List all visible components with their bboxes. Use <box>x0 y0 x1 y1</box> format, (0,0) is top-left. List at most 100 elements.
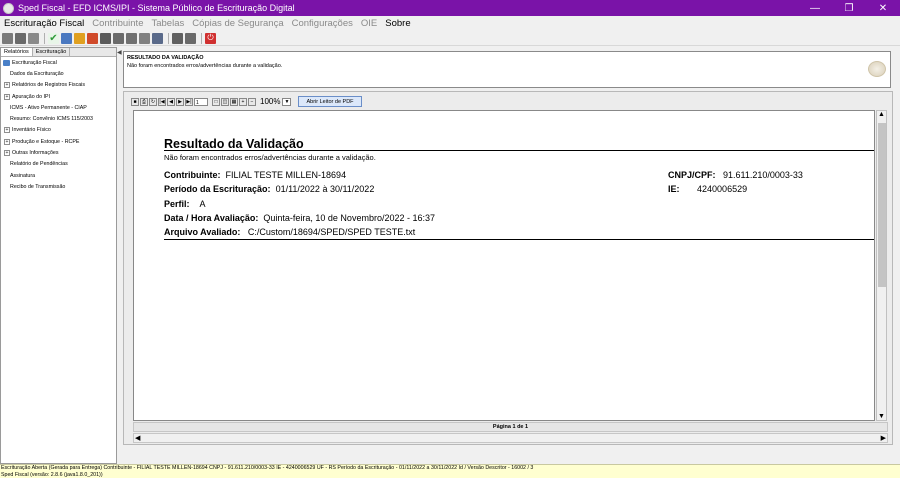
export-icon[interactable] <box>185 32 196 44</box>
transmit-icon[interactable] <box>152 32 163 44</box>
backup-icon[interactable] <box>126 32 137 44</box>
tree-item[interactable]: Escrituração Fiscal <box>1 57 116 68</box>
tree-item-label: Resumo: Convênio ICMS 115/2003 <box>10 116 93 123</box>
arquivo-row: Arquivo Avaliado: C:/Custom/18694/SPED/S… <box>164 227 416 237</box>
tree-item[interactable]: Assinatura <box>1 170 116 181</box>
tree-item[interactable]: + Outras Informações <box>1 147 116 158</box>
scroll-left-icon[interactable]: ◀ <box>135 434 140 443</box>
collapse-arrow-icon[interactable]: ◀ <box>117 49 122 56</box>
tree-item[interactable]: Relatório de Pendências <box>1 159 116 170</box>
report-subtitle: Não foram encontrados erros/advertências… <box>164 153 376 162</box>
tree-item[interactable]: + Produção e Estoque - RCPE <box>1 136 116 147</box>
exit-icon[interactable]: ⏻ <box>205 32 216 44</box>
first-page-icon[interactable]: |◀ <box>158 97 166 106</box>
scroll-right-icon[interactable]: ▶ <box>881 434 886 443</box>
viewer-toolbar: ■ ⎙ ↻ |◀ ◀ ▶ ▶| 1 □ ◫ ▦ + − 100% ▼ Abrir … <box>131 96 362 107</box>
print-icon[interactable] <box>172 32 183 44</box>
open-pdf-reader-button[interactable]: Abrir Leitor de PDF <box>298 96 362 107</box>
app-logo-icon <box>3 2 14 14</box>
status-bar: Escrituração Aberta (Gerada para Entrega… <box>0 464 900 478</box>
close-button[interactable]: ✕ <box>866 0 900 16</box>
tree-item[interactable]: Dados da Escrituração <box>1 68 116 79</box>
tree-item-label: Relatórios de Registros Fiscais <box>12 82 86 89</box>
tree-item[interactable]: + Inventário Físico <box>1 125 116 136</box>
zoom-select[interactable]: 100% ▼ <box>260 97 292 106</box>
multi-page-icon[interactable]: ◫ <box>221 97 229 106</box>
tree-item[interactable]: ICMS - Ativo Permanente - CIAP <box>1 102 116 113</box>
report-page: Resultado da Validação Não foram encontr… <box>133 110 875 421</box>
status-line-2: Sped Fiscal (versão: 2.8.6 (java1.8.0_20… <box>1 471 103 478</box>
expand-icon[interactable]: + <box>4 138 10 145</box>
scroll-up-icon[interactable]: ▲ <box>878 111 885 118</box>
contribuinte-row: Contribuinte: FILIAL TESTE MILLEN-18694 <box>164 170 347 180</box>
page-number-input[interactable]: 1 <box>194 97 208 106</box>
next-page-icon[interactable]: ▶ <box>176 97 184 106</box>
scroll-thumb[interactable] <box>878 123 886 287</box>
tree-item-label: Recibo de Transmissão <box>10 183 66 190</box>
minimize-button[interactable]: — <box>798 0 832 16</box>
toolbar-separator <box>201 32 202 44</box>
horizontal-scrollbar[interactable]: ◀ ▶ <box>133 433 888 443</box>
edit-icon[interactable] <box>74 32 85 44</box>
menu-item-2: Tabelas <box>151 18 185 29</box>
data-hora-row: Data / Hora Avaliação: Quinta-feira, 10 … <box>164 213 435 223</box>
save-icon[interactable]: ■ <box>131 97 139 106</box>
page-status: Página 1 de 1 <box>133 422 888 432</box>
report-icon[interactable] <box>113 32 124 44</box>
tree-item[interactable]: Resumo: Convênio ICMS 115/2003 <box>1 113 116 124</box>
window-titlebar: Sped Fiscal - EFD ICMS/IPI - Sistema Púb… <box>0 0 900 16</box>
last-page-icon[interactable]: ▶| <box>185 97 193 106</box>
tree-item-label: Assinatura <box>10 172 36 179</box>
report-title: Resultado da Validação <box>164 137 304 151</box>
tree-item-label: Relatório de Pendências <box>10 161 68 168</box>
tree-item-label: Produção e Estoque - RCPE <box>12 138 80 145</box>
tree-item-label: Escrituração Fiscal <box>12 59 57 66</box>
delete-icon[interactable] <box>87 32 98 44</box>
seal-icon <box>868 61 886 77</box>
tree-item-label: ICMS - Ativo Permanente - CIAP <box>10 104 87 111</box>
report-viewer: ■ ⎙ ↻ |◀ ◀ ▶ ▶| 1 □ ◫ ▦ + − 100% ▼ Abrir … <box>123 91 893 445</box>
maximize-button[interactable]: ❐ <box>832 0 866 16</box>
expand-icon[interactable]: + <box>4 82 10 89</box>
expand-icon[interactable]: + <box>4 127 10 134</box>
vertical-scrollbar[interactable]: ▲ ▼ <box>876 110 887 421</box>
report-divider <box>164 150 874 151</box>
validate-icon[interactable]: ✔ <box>48 32 59 44</box>
tree-item[interactable]: + Relatórios de Registros Fiscais <box>1 80 116 91</box>
expand-icon[interactable]: + <box>4 150 10 157</box>
print-icon[interactable]: ⎙ <box>140 97 148 106</box>
generate-icon[interactable] <box>100 32 111 44</box>
new-icon[interactable] <box>2 32 13 44</box>
menu-item-6[interactable]: Sobre <box>385 18 410 29</box>
menu-item-0[interactable]: Escrituração Fiscal <box>4 18 84 29</box>
folder-icon <box>3 59 10 66</box>
tree-item[interactable]: Recibo de Transmissão <box>1 181 116 192</box>
toolbar-separator <box>44 32 45 44</box>
single-page-icon[interactable]: □ <box>212 97 220 106</box>
report-tree: Escrituração Fiscal Dados da Escrituração… <box>1 57 116 193</box>
cnpj-row: CNPJ/CPF: 91.611.210/0003-33 <box>668 170 803 180</box>
perfil-row: Perfil: A <box>164 199 206 209</box>
restore-icon[interactable] <box>139 32 150 44</box>
page-width-icon[interactable]: ▦ <box>230 97 238 106</box>
message-heading: RESULTADO DA VALIDAÇÃO <box>127 55 204 61</box>
left-navigation-panel: Relatórios Escrituração Escrituração Fis… <box>0 47 117 464</box>
open-icon[interactable] <box>15 32 26 44</box>
tree-item[interactable]: + Apuração do IPI <box>1 91 116 102</box>
expand-icon[interactable]: + <box>4 93 10 100</box>
tab-relatorios[interactable]: Relatórios <box>1 48 33 56</box>
tab-escrituracao[interactable]: Escrituração <box>33 48 71 56</box>
menu-item-1: Contribuinte <box>92 18 144 29</box>
tree-item-label: Apuração do IPI <box>12 93 50 100</box>
periodo-row: Período da Escrituração: 01/11/2022 à 30… <box>164 184 375 194</box>
chevron-down-icon[interactable]: ▼ <box>282 97 292 106</box>
report-divider-bottom <box>164 239 874 240</box>
zoom-out-icon[interactable]: − <box>248 97 256 106</box>
scroll-down-icon[interactable]: ▼ <box>878 413 885 420</box>
sign-icon[interactable] <box>61 32 72 44</box>
prev-page-icon[interactable]: ◀ <box>167 97 175 106</box>
ie-row: IE: 4240006529 <box>668 184 748 194</box>
zoom-in-icon[interactable]: + <box>239 97 247 106</box>
refresh-icon[interactable]: ↻ <box>149 97 157 106</box>
import-icon[interactable] <box>28 32 39 44</box>
